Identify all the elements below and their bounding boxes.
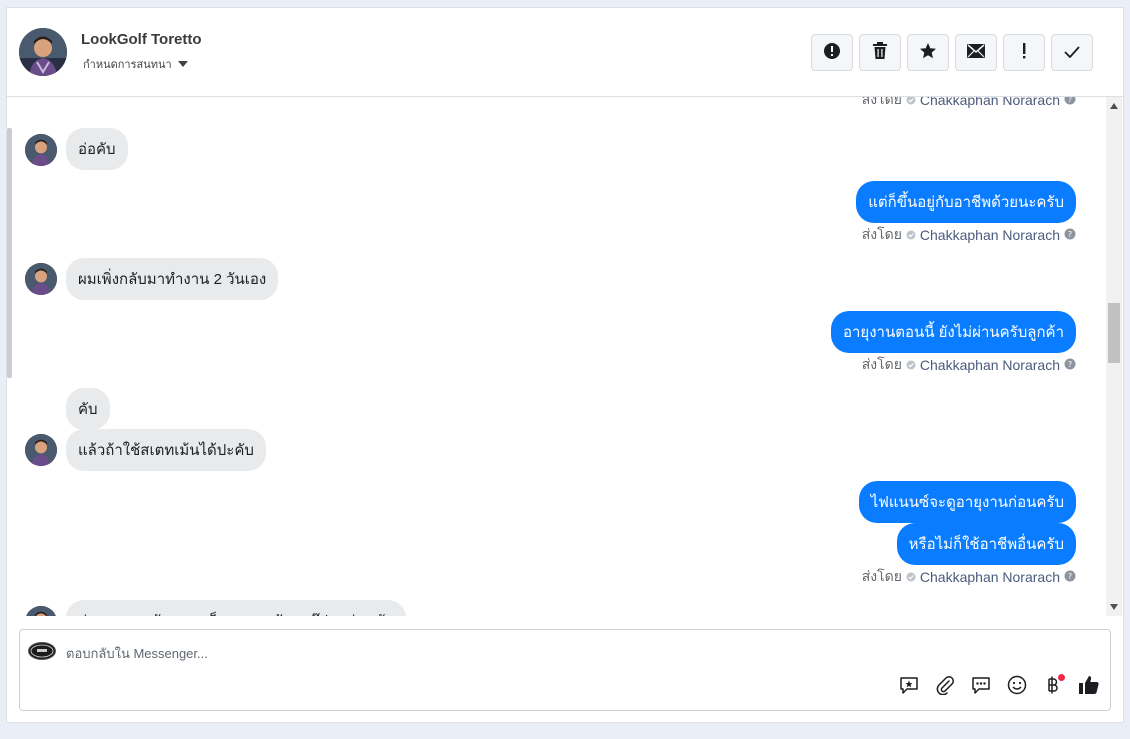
envelope-icon bbox=[967, 43, 985, 62]
star-button[interactable] bbox=[907, 34, 949, 71]
incoming-message[interactable]: อ่อคับ bbox=[66, 128, 128, 170]
conversation-settings-label: กำหนดการสนทนา bbox=[83, 58, 172, 71]
incoming-message[interactable]: ก่อนจะมาสมัครงาน ก็ขายของขับแกร๊ปมาก่อนค… bbox=[66, 600, 407, 616]
verified-icon bbox=[906, 97, 916, 108]
page-logo-icon bbox=[28, 642, 56, 660]
checkmark-icon bbox=[1064, 43, 1080, 62]
outgoing-message[interactable]: แต่ก็ขึ้นอยู่กับอาชีพด้วยนะครับ bbox=[856, 181, 1076, 223]
alert-circle-icon bbox=[823, 42, 841, 64]
help-icon[interactable]: ? bbox=[1064, 569, 1076, 585]
payment-button[interactable] bbox=[1042, 674, 1065, 698]
conversation-settings-dropdown[interactable]: กำหนดการสนทนา bbox=[83, 55, 188, 73]
verified-icon bbox=[906, 357, 916, 373]
incoming-message[interactable]: ผมเพิ่งกลับมาทำงาน 2 วันเอง bbox=[66, 258, 279, 300]
paperclip-icon bbox=[935, 675, 955, 699]
star-icon bbox=[919, 42, 937, 64]
exclamation-icon bbox=[1021, 42, 1027, 63]
help-icon[interactable]: ? bbox=[1064, 357, 1076, 373]
thumbs-up-icon bbox=[1078, 674, 1100, 700]
sent-by-label: ส่งโดย Chakkaphan Norarach ? bbox=[862, 97, 1076, 111]
scroll-up-arrow-icon[interactable] bbox=[1110, 103, 1118, 109]
reply-composer bbox=[19, 629, 1111, 711]
svg-text:?: ? bbox=[1068, 97, 1072, 104]
quick-replies-button[interactable] bbox=[970, 676, 992, 698]
spam-report-button[interactable] bbox=[811, 34, 853, 71]
sent-by-label: ส่งโดย Chakkaphan Norarach ? bbox=[862, 566, 1076, 588]
outgoing-message[interactable]: ไฟแนนซ์จะดูอายุงานก่อนครับ bbox=[858, 481, 1076, 523]
sender-name[interactable]: Chakkaphan Norarach bbox=[920, 357, 1060, 373]
scroll-down-arrow-icon[interactable] bbox=[1110, 604, 1118, 610]
help-icon[interactable]: ? bbox=[1064, 97, 1076, 108]
verified-icon bbox=[906, 569, 916, 585]
reply-input[interactable] bbox=[66, 642, 966, 664]
smiley-icon bbox=[1007, 675, 1027, 699]
chat-dots-icon bbox=[971, 675, 991, 699]
message-thread[interactable]: ส่งโดย Chakkaphan Norarach ? อ่อคับ แต่ก… bbox=[7, 97, 1106, 616]
mark-done-button[interactable] bbox=[1051, 34, 1093, 71]
sent-by-label: ส่งโดย Chakkaphan Norarach ? bbox=[862, 354, 1076, 376]
reply-toolbar bbox=[898, 674, 1100, 699]
delete-button[interactable] bbox=[859, 34, 901, 71]
like-button[interactable] bbox=[1078, 676, 1100, 698]
contact-avatar-small[interactable] bbox=[25, 434, 57, 466]
caret-down-icon bbox=[177, 58, 188, 71]
sender-name[interactable]: Chakkaphan Norarach bbox=[920, 227, 1060, 243]
emoji-button[interactable] bbox=[1006, 675, 1028, 699]
mark-unread-button[interactable] bbox=[955, 34, 997, 71]
incoming-message[interactable]: แล้วถ้าใช้สเตทเม้นได้ปะคับ bbox=[66, 429, 266, 471]
header-toolbar bbox=[811, 34, 1093, 71]
incoming-message[interactable]: คับ bbox=[66, 388, 110, 430]
svg-text:?: ? bbox=[1068, 360, 1072, 369]
attach-button[interactable] bbox=[934, 676, 956, 698]
outgoing-message[interactable]: อายุงานตอนนี้ ยังไม่ผ่านครับลูกค้า bbox=[830, 311, 1076, 353]
thread-scrollbar[interactable] bbox=[1106, 97, 1122, 616]
sender-name[interactable]: Chakkaphan Norarach bbox=[920, 569, 1060, 585]
verified-icon bbox=[906, 227, 916, 243]
help-icon[interactable]: ? bbox=[1064, 227, 1076, 243]
contact-avatar-small[interactable] bbox=[25, 606, 57, 616]
contact-avatar-small[interactable] bbox=[25, 263, 57, 295]
notification-dot bbox=[1058, 674, 1065, 681]
svg-text:?: ? bbox=[1068, 230, 1072, 239]
important-button[interactable] bbox=[1003, 34, 1045, 71]
contact-avatar-small[interactable] bbox=[25, 134, 57, 166]
saved-replies-button[interactable] bbox=[898, 676, 920, 698]
conversation-panel: LookGolf Toretto กำหนดการสนทนา ส่งโดย Ch… bbox=[6, 7, 1124, 723]
sender-name[interactable]: Chakkaphan Norarach bbox=[920, 97, 1060, 108]
sent-by-label: ส่งโดย Chakkaphan Norarach ? bbox=[862, 224, 1076, 246]
svg-text:?: ? bbox=[1068, 572, 1072, 581]
conversation-header: LookGolf Toretto กำหนดการสนทนา bbox=[7, 8, 1123, 97]
contact-avatar[interactable] bbox=[19, 28, 67, 76]
trash-icon bbox=[872, 41, 888, 64]
contact-name: LookGolf Toretto bbox=[81, 31, 202, 48]
outgoing-message[interactable]: หรือไม่ก็ใช้อาชีพอื่นครับ bbox=[896, 523, 1076, 565]
scroll-thumb[interactable] bbox=[1108, 303, 1120, 363]
chat-bubble-star-icon bbox=[899, 675, 919, 699]
